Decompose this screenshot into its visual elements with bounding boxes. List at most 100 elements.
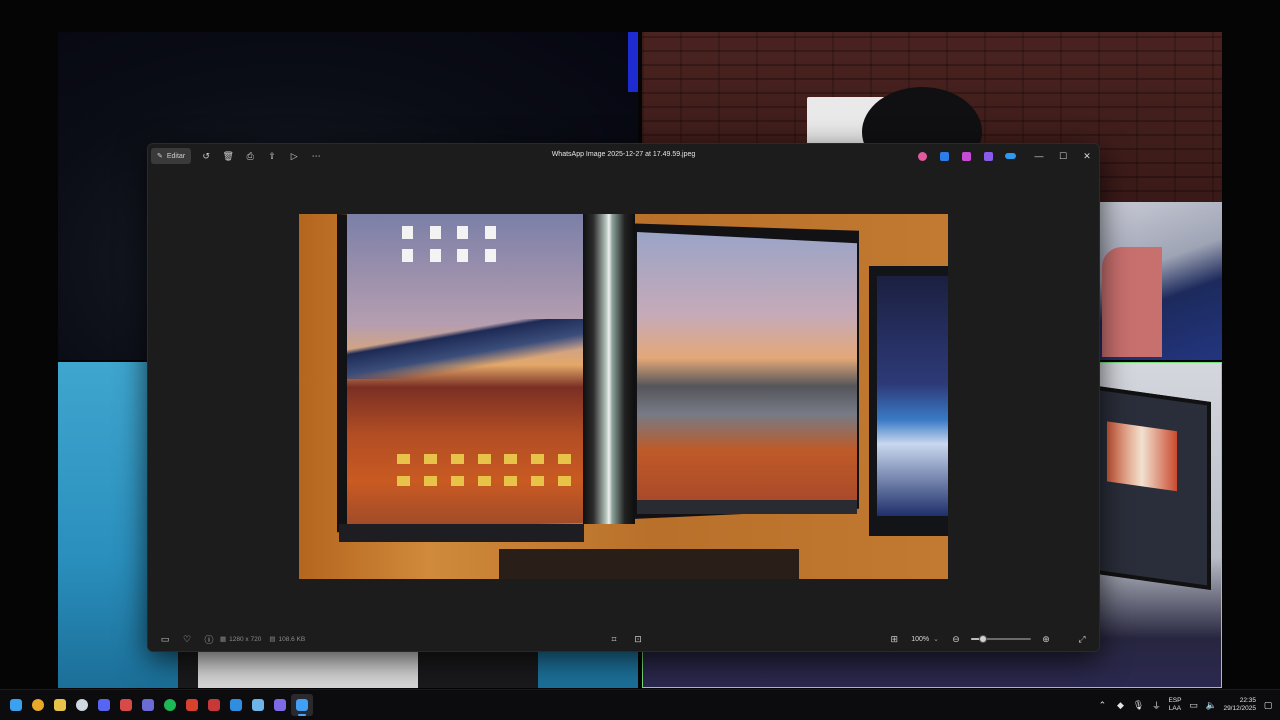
designer-icon (939, 151, 949, 161)
slider-thumb[interactable] (979, 635, 987, 643)
chrome-icon (32, 699, 44, 711)
desktop-icons (402, 226, 502, 262)
crop-icon: ⌗ (611, 633, 617, 644)
monitor (1083, 384, 1211, 590)
zoom-out-button[interactable]: ⊖ (945, 631, 967, 647)
heart-icon: ♡ (182, 633, 192, 644)
title-bar[interactable]: ✎ Editar ↺ 🗑 ⎙ ⇪ ▷ ⋯ WhatsApp Image 2025… (148, 144, 1099, 168)
info-icon: ⓘ (204, 634, 214, 645)
spotify-icon (164, 699, 176, 711)
monitor-stand (499, 549, 799, 579)
displayed-photo[interactable] (299, 214, 948, 579)
screen-crack (583, 214, 635, 524)
minimize-icon: — (1034, 151, 1044, 161)
zoom-out-icon: ⊖ (952, 633, 960, 644)
favorite-button[interactable]: ♡ (176, 631, 198, 647)
fit-to-window-button[interactable]: ⊞ (883, 631, 905, 647)
title-bar-right: — ☐ ✕ (911, 144, 1099, 168)
clock[interactable]: 22:35 29/12/2025 (1223, 697, 1256, 713)
desktop-folders (397, 454, 577, 486)
network-icon[interactable]: ▭ (1187, 700, 1199, 711)
close-icon: ✕ (1083, 150, 1091, 161)
taskbar-app-button[interactable] (115, 694, 137, 716)
fullscreen-icon: ⤢ (1078, 633, 1086, 644)
taskbar-app-button[interactable] (159, 694, 181, 716)
arm (1102, 247, 1162, 357)
copilot-icon (917, 151, 927, 161)
onedrive-button[interactable] (999, 144, 1021, 168)
chevron-down-icon: ⌄ (933, 636, 939, 643)
bottom-left: ▭ ♡ ⓘ ▦ 1280 x 720 ▤ 108.6 KB (154, 631, 313, 647)
monitor-right-screen (637, 232, 857, 512)
dimensions-value: 1280 x 720 (229, 635, 262, 643)
usb-icon[interactable]: ⏚ (1150, 699, 1162, 712)
taskbar-app-button[interactable] (269, 694, 291, 716)
maximize-button[interactable]: ☐ (1051, 144, 1075, 168)
visual-search-icon: ⊡ (634, 633, 642, 644)
notifications-icon[interactable]: ▢ (1262, 700, 1274, 711)
app-icon (230, 699, 242, 711)
clipchamp-button[interactable] (955, 144, 977, 168)
language-top: ESP (1168, 697, 1182, 704)
volume-icon[interactable]: 🔈 (1205, 700, 1217, 711)
taskbar-app-button[interactable] (5, 694, 27, 716)
crop-button[interactable]: ⌗ (603, 631, 625, 647)
system-tray: ⌃ ◆ 🎙 ⏚ ESP LAA ▭ 🔈 22:35 29/12/2025 ▢ (1096, 690, 1274, 720)
maximize-icon: ☐ (1058, 150, 1068, 161)
photos-viewer-window[interactable]: ✎ Editar ↺ 🗑 ⎙ ⇪ ▷ ⋯ WhatsApp Image 2025… (147, 143, 1100, 652)
zoom-in-button[interactable]: ⊕ (1035, 631, 1057, 647)
filmstrip-button[interactable]: ▭ (154, 631, 176, 647)
taskbar-app-button[interactable] (247, 694, 269, 716)
bottom-bar: ▭ ♡ ⓘ ▦ 1280 x 720 ▤ 108.6 KB ⌗ ⊡ ⊞ 100%… (148, 627, 1099, 651)
app-icon (208, 699, 220, 711)
chevron-up-icon[interactable]: ⌃ (1096, 700, 1108, 711)
clock-date: 29/12/2025 (1223, 705, 1256, 712)
dimensions-icon: ▦ (220, 636, 227, 643)
app-icon (983, 151, 993, 161)
taskbar-app-button[interactable] (225, 694, 247, 716)
bottom-right: ⊞ 100% ⌄ ⊖ ⊕ ⤢ (883, 631, 1093, 647)
taskbar-app-button[interactable] (49, 694, 71, 716)
taskbar-app-button[interactable] (291, 694, 313, 716)
app-icon (120, 699, 132, 711)
filmstrip-icon: ▭ (160, 633, 170, 644)
zoom-dropdown[interactable]: 100% ⌄ (911, 635, 939, 644)
taskbar-app-button[interactable] (181, 694, 203, 716)
steam-icon (76, 699, 88, 711)
onedrive-icon (1004, 153, 1016, 159)
steam-tray-icon[interactable]: ◆ (1114, 700, 1126, 711)
app-icon (252, 699, 264, 711)
clock-time: 22:35 (1239, 697, 1256, 704)
file-explorer-icon (54, 699, 66, 711)
app-button[interactable] (977, 144, 999, 168)
taskbar-app-button[interactable] (203, 694, 225, 716)
zoom-slider[interactable] (971, 631, 1031, 647)
copilot-button[interactable] (911, 144, 933, 168)
taskbar-app-button[interactable] (93, 694, 115, 716)
taskbar-app-button[interactable] (137, 694, 159, 716)
start-icon (10, 699, 22, 711)
language-indicator[interactable]: ESP LAA (1168, 697, 1181, 713)
microphone-icon[interactable]: 🎙 (1132, 700, 1144, 711)
photos-icon (296, 699, 308, 711)
photo-taskbar-left (339, 524, 584, 542)
monitor-left-screen (347, 214, 587, 529)
info-button[interactable]: ⓘ (198, 631, 220, 647)
teams-icon (142, 699, 154, 711)
minimize-button[interactable]: — (1027, 144, 1051, 168)
taskbar-app-button[interactable] (71, 694, 93, 716)
shirt (198, 652, 418, 688)
visual-search-button[interactable]: ⊡ (627, 631, 649, 647)
taskbar-app-button[interactable] (27, 694, 49, 716)
fullscreen-button[interactable]: ⤢ (1071, 631, 1093, 647)
app-icon (186, 699, 198, 711)
windows-taskbar: ⌃ ◆ 🎙 ⏚ ESP LAA ▭ 🔈 22:35 29/12/2025 ▢ (0, 689, 1280, 720)
file-size: ▤ 108.6 KB (269, 635, 305, 644)
bottom-center: ⌗ ⊡ (603, 631, 649, 647)
photo-taskbar-right (637, 500, 857, 514)
image-dimensions: ▦ 1280 x 720 (220, 635, 262, 644)
close-button[interactable]: ✕ (1075, 144, 1099, 168)
designer-button[interactable] (933, 144, 955, 168)
language-bottom: LAA (1168, 705, 1182, 712)
taskbar-apps (5, 694, 313, 716)
